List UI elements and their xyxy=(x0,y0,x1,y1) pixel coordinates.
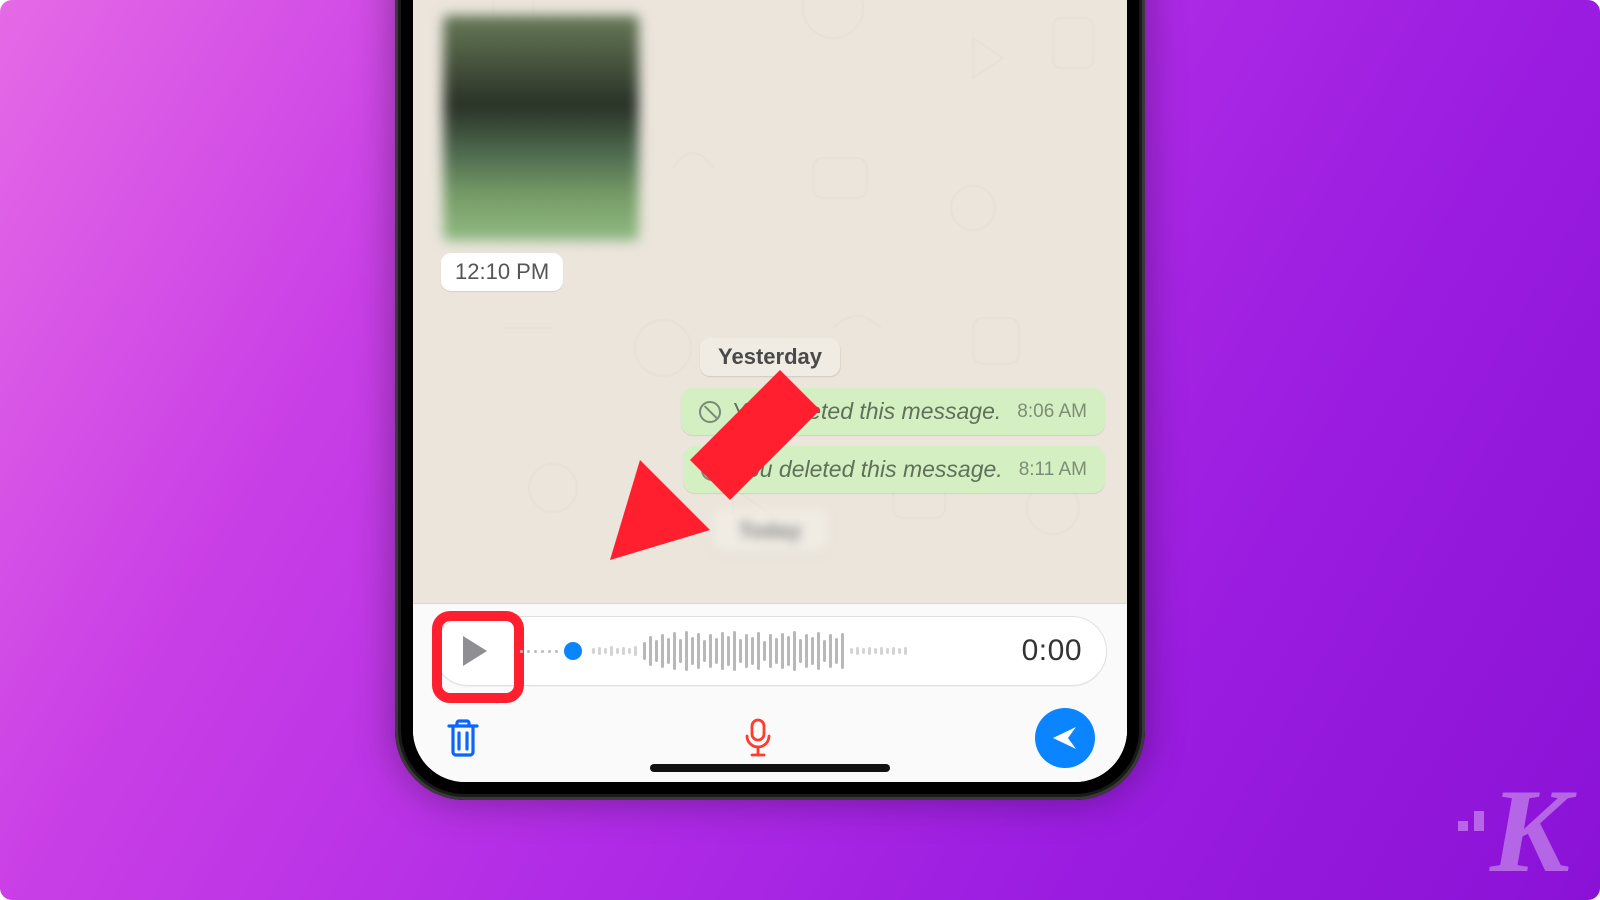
waveform-bars xyxy=(592,628,637,674)
deleted-message-1[interactable]: You deleted this message. 8:06 AM xyxy=(681,388,1105,435)
recording-duration: 0:00 xyxy=(1022,634,1082,668)
image-timestamp: 12:10 PM xyxy=(441,253,563,291)
message-time: 8:11 AM xyxy=(1019,459,1087,481)
trash-icon xyxy=(445,718,481,758)
message-time: 8:06 AM xyxy=(1017,401,1087,423)
record-button[interactable] xyxy=(743,718,773,758)
waveform-bars xyxy=(643,628,844,674)
hero-canvas: 12:10 PM Yesterday You deleted this mess… xyxy=(0,0,1600,900)
voice-preview-track: 0:00 xyxy=(433,616,1107,686)
date-divider-blurred: Today xyxy=(712,510,827,552)
incoming-image-message[interactable]: 12:10 PM xyxy=(441,13,641,291)
microphone-icon xyxy=(743,718,773,758)
waveform-bars xyxy=(850,628,907,674)
chat-area: 12:10 PM Yesterday You deleted this mess… xyxy=(413,0,1127,782)
deleted-message-text: You deleted this message. xyxy=(733,456,1003,483)
waveform-scrubber[interactable] xyxy=(520,628,990,674)
send-icon xyxy=(1050,723,1080,753)
voice-recorder-panel: 0:00 xyxy=(413,603,1127,782)
deleted-message-2[interactable]: You deleted this message. 8:11 AM xyxy=(683,446,1105,493)
deleted-message-text: You deleted this message. xyxy=(731,398,1001,425)
prohibited-icon xyxy=(699,401,721,423)
phone-frame: 12:10 PM Yesterday You deleted this mess… xyxy=(395,0,1145,800)
send-button[interactable] xyxy=(1035,708,1095,768)
home-indicator[interactable] xyxy=(650,764,890,772)
phone-screen: 12:10 PM Yesterday You deleted this mess… xyxy=(413,0,1127,782)
image-thumbnail[interactable] xyxy=(441,13,641,243)
play-button[interactable] xyxy=(444,623,506,679)
playhead-knob[interactable] xyxy=(564,642,582,660)
delete-recording-button[interactable] xyxy=(445,718,481,758)
watermark-letter: K xyxy=(1490,777,1570,885)
prohibited-icon xyxy=(701,459,723,481)
date-divider: Yesterday xyxy=(700,338,840,376)
watermark-logo: K xyxy=(1458,777,1570,885)
